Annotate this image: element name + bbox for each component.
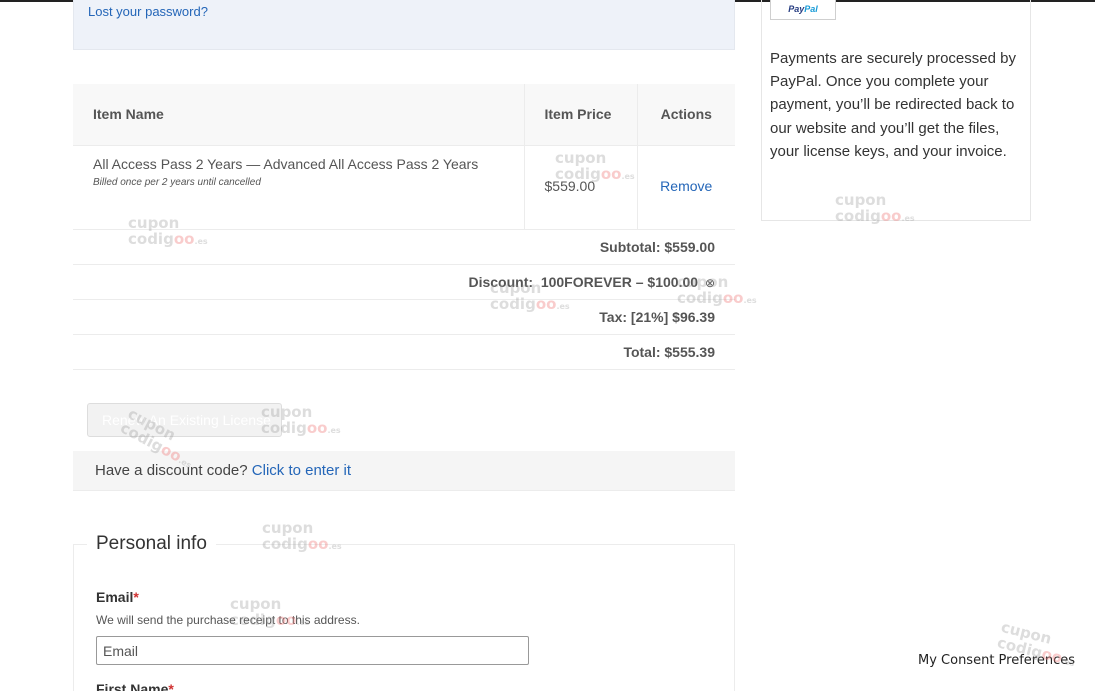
email-required-mark: * <box>133 589 139 605</box>
header-actions: Actions <box>637 84 735 146</box>
remove-item-link[interactable]: Remove <box>658 156 716 194</box>
renew-license-button[interactable]: Renew An Existing License <box>87 403 282 437</box>
subtotal-row: Subtotal: $559.00 <box>73 229 735 265</box>
header-item-name: Item Name <box>73 84 525 146</box>
cart-header-row: Item Name Item Price Actions <box>73 84 735 146</box>
first-name-label: First Name* <box>96 681 174 691</box>
email-label: Email* <box>96 589 139 605</box>
discount-label: Discount: <box>468 273 534 290</box>
personal-info-title: Personal info <box>87 533 216 555</box>
personal-info-section: Personal info Email* We will send the pu… <box>73 533 735 691</box>
cart-item-title: All Access Pass 2 Years — Advanced All A… <box>93 155 479 172</box>
paypal-logo-pay: Pay <box>788 4 805 14</box>
discount-code-value: 100FOREVER – $100.00 <box>540 273 699 290</box>
lost-password-link[interactable]: Lost your password? <box>88 4 208 19</box>
paypal-logo: PayPal <box>770 0 836 20</box>
total-row: Total: $555.39 <box>73 334 735 370</box>
discount-prompt-bar: Have a discount code? Click to enter it <box>73 451 735 491</box>
cart-item-actions-cell: Remove <box>637 145 735 230</box>
header-item-price: Item Price <box>524 84 638 146</box>
first-name-required-mark: * <box>168 681 174 691</box>
first-name-label-text: First Name <box>96 681 169 691</box>
login-form-box: Lost your password? <box>73 0 735 50</box>
discount-prompt-text: Have a discount code? <box>95 462 248 479</box>
discount-cell: Discount: 100FOREVER – $100.00 ⊗ <box>73 264 735 300</box>
payment-description: Payments are securely processed by PayPa… <box>770 50 1016 160</box>
email-label-text: Email <box>96 589 134 605</box>
payment-info-panel: PayPal Payments are securely processed b… <box>761 0 1031 221</box>
cart-item-billing-note: Billed once per 2 years until cancelled <box>93 176 261 188</box>
email-input[interactable] <box>96 636 529 665</box>
email-description: We will send the purchase receipt to thi… <box>96 613 360 627</box>
subtotal-text: Subtotal: $559.00 <box>73 229 735 265</box>
enter-discount-link[interactable]: Click to enter it <box>252 462 351 479</box>
cart-table: Item Name Item Price Actions All Access … <box>73 84 735 370</box>
cart-item-price: $559.00 <box>524 145 638 230</box>
cart-item-row: All Access Pass 2 Years — Advanced All A… <box>73 145 735 230</box>
consent-preferences-button[interactable]: My Consent Preferences <box>918 653 1075 668</box>
cart-item-name-cell: All Access Pass 2 Years — Advanced All A… <box>73 145 525 230</box>
tax-text: Tax: [21%] $96.39 <box>73 299 735 335</box>
tax-row: Tax: [21%] $96.39 <box>73 299 735 335</box>
paypal-logo-pal: Pal <box>804 4 818 14</box>
remove-discount-icon[interactable]: ⊗ <box>705 276 715 290</box>
discount-row: Discount: 100FOREVER – $100.00 ⊗ <box>73 264 735 300</box>
total-text: Total: $555.39 <box>73 334 735 370</box>
